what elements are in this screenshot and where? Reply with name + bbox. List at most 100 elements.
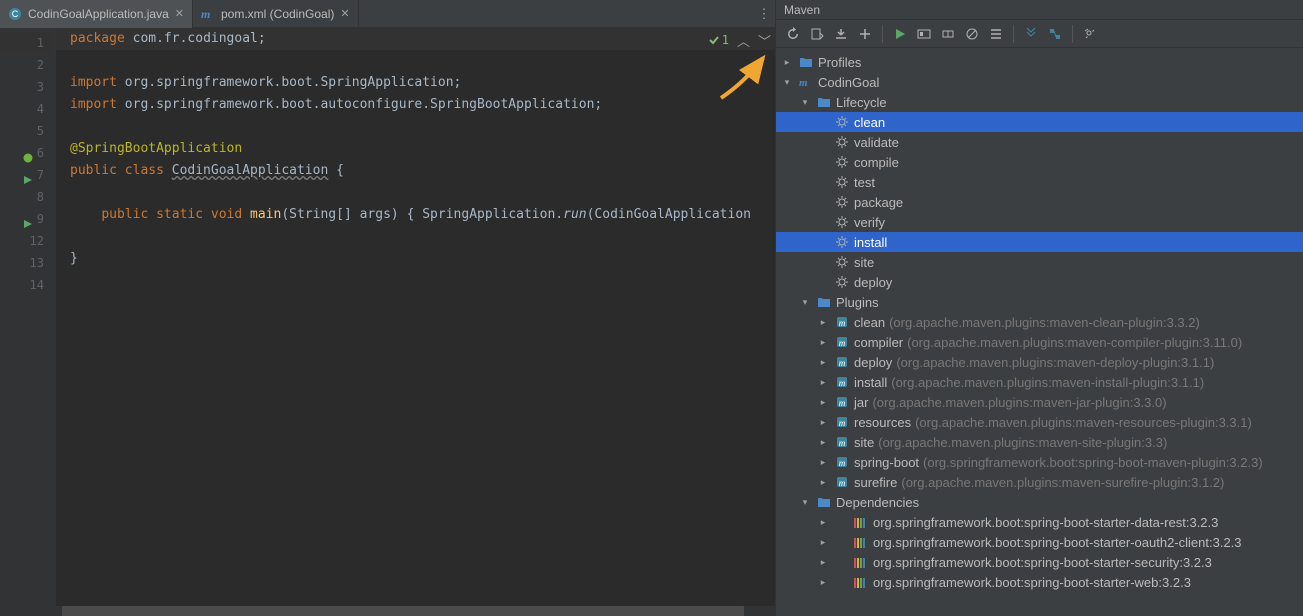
lifecycle-verify[interactable]: verify	[776, 212, 1303, 232]
chevron-down-icon[interactable]: ﹀	[758, 31, 771, 50]
svg-text:m: m	[839, 338, 846, 348]
editor-tab-bar: C CodinGoalApplication.java ✕ m pom.xml …	[0, 0, 775, 28]
maven-m-icon: m	[798, 74, 814, 90]
lifecycle-package[interactable]: package	[776, 192, 1303, 212]
plugin-compiler[interactable]: ▸mcompiler (org.apache.maven.plugins:mav…	[776, 332, 1303, 352]
download-sources-icon[interactable]	[830, 23, 852, 45]
chevron-down-icon[interactable]: ▾	[798, 297, 812, 308]
line-number: 4	[37, 98, 44, 120]
settings-icon[interactable]	[1079, 23, 1101, 45]
close-icon[interactable]: ✕	[340, 7, 349, 20]
lifecycle-test[interactable]: test	[776, 172, 1303, 192]
maven-panel: Maven ▸Profiles▾mCodinGoal▾Lifecycleclea…	[775, 0, 1303, 616]
plugin-icon: m	[834, 454, 850, 470]
skip-tests-icon[interactable]	[961, 23, 983, 45]
line-number: 5	[37, 120, 44, 142]
svg-text:m: m	[839, 318, 846, 328]
run-icon[interactable]	[889, 23, 911, 45]
lifecycle-compile[interactable]: compile	[776, 152, 1303, 172]
editor-inspection-status[interactable]: 1 ︿ ﹀	[708, 30, 771, 50]
tree-lifecycle[interactable]: ▾Lifecycle	[776, 92, 1303, 112]
class-icon: C	[8, 7, 22, 21]
chevron-right-icon[interactable]: ▸	[816, 477, 830, 488]
run-icon[interactable]	[23, 214, 33, 224]
show-dependencies-icon[interactable]	[985, 23, 1007, 45]
toggle-offline-icon[interactable]	[937, 23, 959, 45]
chevron-right-icon[interactable]: ▸	[816, 337, 830, 348]
tree-profiles[interactable]: ▸Profiles	[776, 52, 1303, 72]
dependency-icon	[854, 536, 865, 548]
chevron-right-icon[interactable]: ▸	[816, 357, 830, 368]
lifecycle-deploy[interactable]: deploy	[776, 272, 1303, 292]
plugin-resources[interactable]: ▸mresources (org.apache.maven.plugins:ma…	[776, 412, 1303, 432]
show-diagram-icon[interactable]	[1044, 23, 1066, 45]
tab-codingoal-application[interactable]: C CodinGoalApplication.java ✕	[0, 0, 193, 28]
plugin-site[interactable]: ▸msite (org.apache.maven.plugins:maven-s…	[776, 432, 1303, 452]
close-icon[interactable]: ✕	[175, 7, 184, 20]
gear-icon	[834, 214, 850, 230]
tree-plugins[interactable]: ▾Plugins	[776, 292, 1303, 312]
horizontal-scrollbar[interactable]	[0, 606, 775, 616]
gear-icon	[834, 194, 850, 210]
folder-icon	[816, 494, 832, 510]
editor-body: 1 2 3 4 5 6 7 8 9 12 13 14 1 ︿ ﹀ package	[0, 28, 775, 606]
dependency-item[interactable]: ▸org.springframework.boot:spring-boot-st…	[776, 512, 1303, 532]
gear-icon	[834, 174, 850, 190]
chevron-right-icon[interactable]: ▸	[780, 57, 794, 68]
lifecycle-clean[interactable]: clean	[776, 112, 1303, 132]
svg-text:m: m	[839, 418, 846, 428]
chevron-down-icon[interactable]: ▾	[798, 497, 812, 508]
chevron-right-icon[interactable]: ▸	[816, 537, 830, 548]
class-name: CodinGoalApplication	[172, 163, 329, 178]
dependency-item[interactable]: ▸org.springframework.boot:spring-boot-st…	[776, 532, 1303, 552]
maven-toolbar	[776, 20, 1303, 48]
chevron-right-icon[interactable]: ▸	[816, 517, 830, 528]
tree-project[interactable]: ▾mCodinGoal	[776, 72, 1303, 92]
dependency-item[interactable]: ▸org.springframework.boot:spring-boot-st…	[776, 572, 1303, 592]
execute-goal-icon[interactable]	[913, 23, 935, 45]
dependency-item[interactable]: ▸org.springframework.boot:spring-boot-st…	[776, 552, 1303, 572]
dependency-icon	[854, 516, 865, 528]
plugin-install[interactable]: ▸minstall (org.apache.maven.plugins:mave…	[776, 372, 1303, 392]
chevron-right-icon[interactable]: ▸	[816, 377, 830, 388]
plugin-icon: m	[834, 314, 850, 330]
tab-label: CodinGoalApplication.java	[28, 7, 169, 21]
tab-overflow-menu[interactable]: ⋮	[753, 6, 775, 22]
tab-label: pom.xml (CodinGoal)	[221, 7, 334, 21]
chevron-right-icon[interactable]: ▸	[816, 557, 830, 568]
plugin-icon: m	[834, 334, 850, 350]
code-area[interactable]: 1 ︿ ﹀ package com.fr.codingoal; import o…	[56, 28, 775, 606]
lifecycle-site[interactable]: site	[776, 252, 1303, 272]
plugin-clean[interactable]: ▸mclean (org.apache.maven.plugins:maven-…	[776, 312, 1303, 332]
chevron-down-icon[interactable]: ▾	[798, 97, 812, 108]
lifecycle-install[interactable]: install	[776, 232, 1303, 252]
tab-pom-xml[interactable]: m pom.xml (CodinGoal) ✕	[193, 0, 359, 28]
collapse-all-icon[interactable]	[1020, 23, 1042, 45]
plugin-surefire[interactable]: ▸msurefire (org.apache.maven.plugins:mav…	[776, 472, 1303, 492]
svg-text:m: m	[839, 458, 846, 468]
chevron-up-icon[interactable]: ︿	[737, 31, 750, 50]
plugin-jar[interactable]: ▸mjar (org.apache.maven.plugins:maven-ja…	[776, 392, 1303, 412]
add-icon[interactable]	[854, 23, 876, 45]
chevron-right-icon[interactable]: ▸	[816, 317, 830, 328]
package-name: com.fr.codingoal	[133, 31, 258, 46]
maven-tree[interactable]: ▸Profiles▾mCodinGoal▾Lifecyclecleanvalid…	[776, 48, 1303, 616]
gear-icon	[834, 154, 850, 170]
generate-sources-icon[interactable]	[806, 23, 828, 45]
reload-icon[interactable]	[782, 23, 804, 45]
chevron-right-icon[interactable]: ▸	[816, 577, 830, 588]
lifecycle-validate[interactable]: validate	[776, 132, 1303, 152]
plugin-deploy[interactable]: ▸mdeploy (org.apache.maven.plugins:maven…	[776, 352, 1303, 372]
plugin-icon: m	[834, 374, 850, 390]
chevron-right-icon[interactable]: ▸	[816, 437, 830, 448]
chevron-down-icon[interactable]: ▾	[780, 77, 794, 88]
chevron-right-icon[interactable]: ▸	[816, 417, 830, 428]
chevron-right-icon[interactable]: ▸	[816, 397, 830, 408]
line-number: 13	[30, 252, 44, 274]
gear-icon	[834, 274, 850, 290]
tree-dependencies[interactable]: ▾Dependencies	[776, 492, 1303, 512]
run-icon[interactable]	[23, 170, 33, 180]
chevron-right-icon[interactable]: ▸	[816, 457, 830, 468]
spring-bean-icon	[23, 148, 33, 158]
plugin-spring-boot[interactable]: ▸mspring-boot (org.springframework.boot:…	[776, 452, 1303, 472]
